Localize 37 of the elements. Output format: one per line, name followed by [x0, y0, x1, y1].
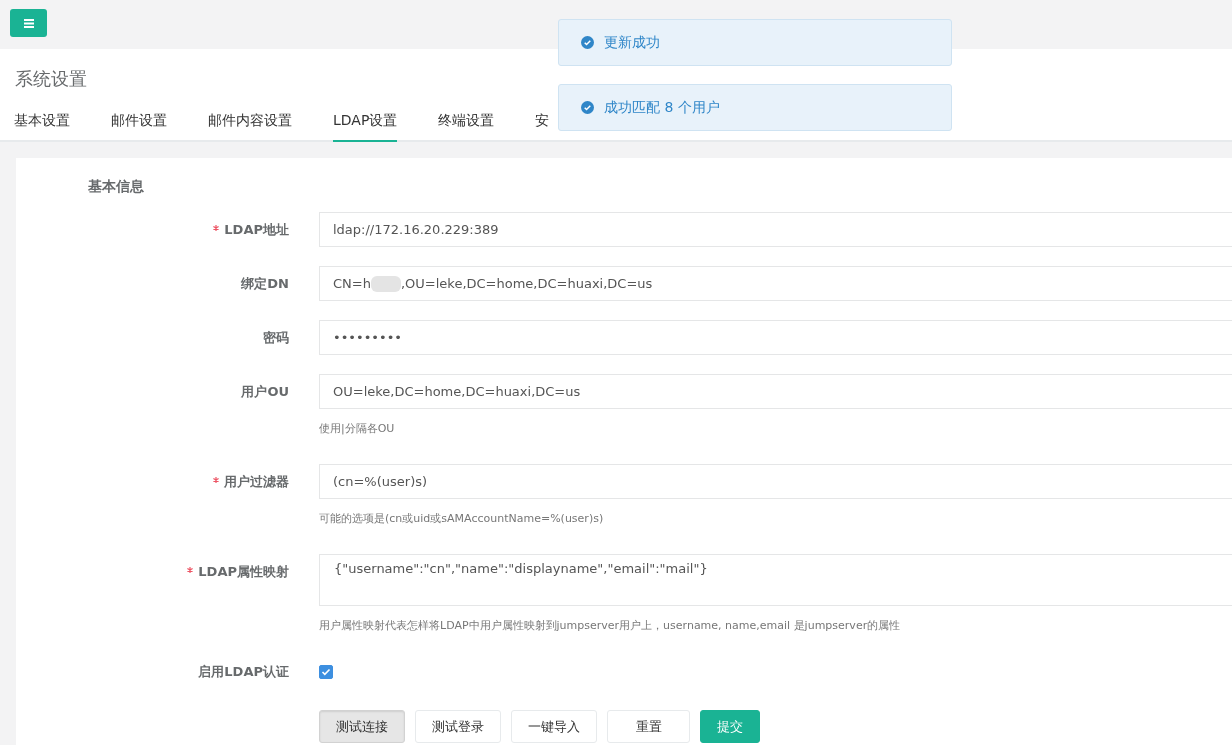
form-button[interactable]: 一键导入 [511, 710, 597, 743]
field-label: 用户OU [240, 383, 289, 401]
field-label: 启用LDAP认证 [197, 663, 289, 681]
section-title: 基本信息 [88, 178, 145, 196]
field-label: 绑定DN [240, 275, 289, 293]
help-text: 使用|分隔各OU [319, 421, 396, 436]
toast-message: 更新成功 [604, 33, 660, 52]
form-button[interactable]: 测试登录 [415, 710, 501, 743]
help-text: 用户属性映射代表怎样将LDAP中用户属性映射到jumpserver用户上，username, name,email 是jumpserver的属性 [319, 618, 902, 633]
field-label: LDAP地址 [16, 212, 289, 247]
checkmark-icon [321, 667, 331, 677]
input-field[interactable]: (cn=%(user)s) [319, 464, 1232, 499]
tab[interactable]: 基本设置 [14, 108, 70, 142]
menu-button[interactable] [10, 9, 47, 37]
input-field[interactable]: CN=h ,OU=leke,DC=home,DC=huaxi,DC=us [319, 266, 1232, 301]
form-button[interactable]: 重置 [607, 710, 690, 743]
field-label: 密码 [262, 329, 289, 347]
toast-message: 成功匹配 8 个用户 [604, 98, 720, 117]
page-title: 系统设置 [15, 67, 88, 91]
help-text: 可能的选项是(cn或uid或sAMAccountName=%(user)s) [319, 511, 605, 526]
tab[interactable]: LDAP设置 [333, 108, 398, 142]
tab[interactable]: 邮件设置 [111, 108, 167, 142]
input-field[interactable]: ••••••••• [319, 320, 1232, 355]
checkbox[interactable] [319, 665, 333, 679]
field-label: 用户过滤器 [16, 464, 289, 526]
check-circle-icon [581, 36, 594, 49]
form-button[interactable]: 测试连接 [319, 710, 405, 743]
input-field[interactable]: OU=leke,DC=home,DC=huaxi,DC=us [319, 374, 1232, 409]
textarea-field[interactable]: {"username":"cn","name":"displayname","email":"mail"} [319, 554, 1232, 606]
menu-icon [23, 18, 34, 28]
redaction-blur [370, 275, 401, 292]
field-label: LDAP属性映射 [16, 554, 289, 633]
check-circle-icon [581, 101, 594, 114]
tab[interactable]: 安 [535, 108, 550, 142]
tab[interactable]: 邮件内容设置 [208, 108, 292, 142]
tab[interactable]: 终端设置 [438, 108, 495, 142]
input-field[interactable]: ldap://172.16.20.229:389 [319, 212, 1232, 247]
